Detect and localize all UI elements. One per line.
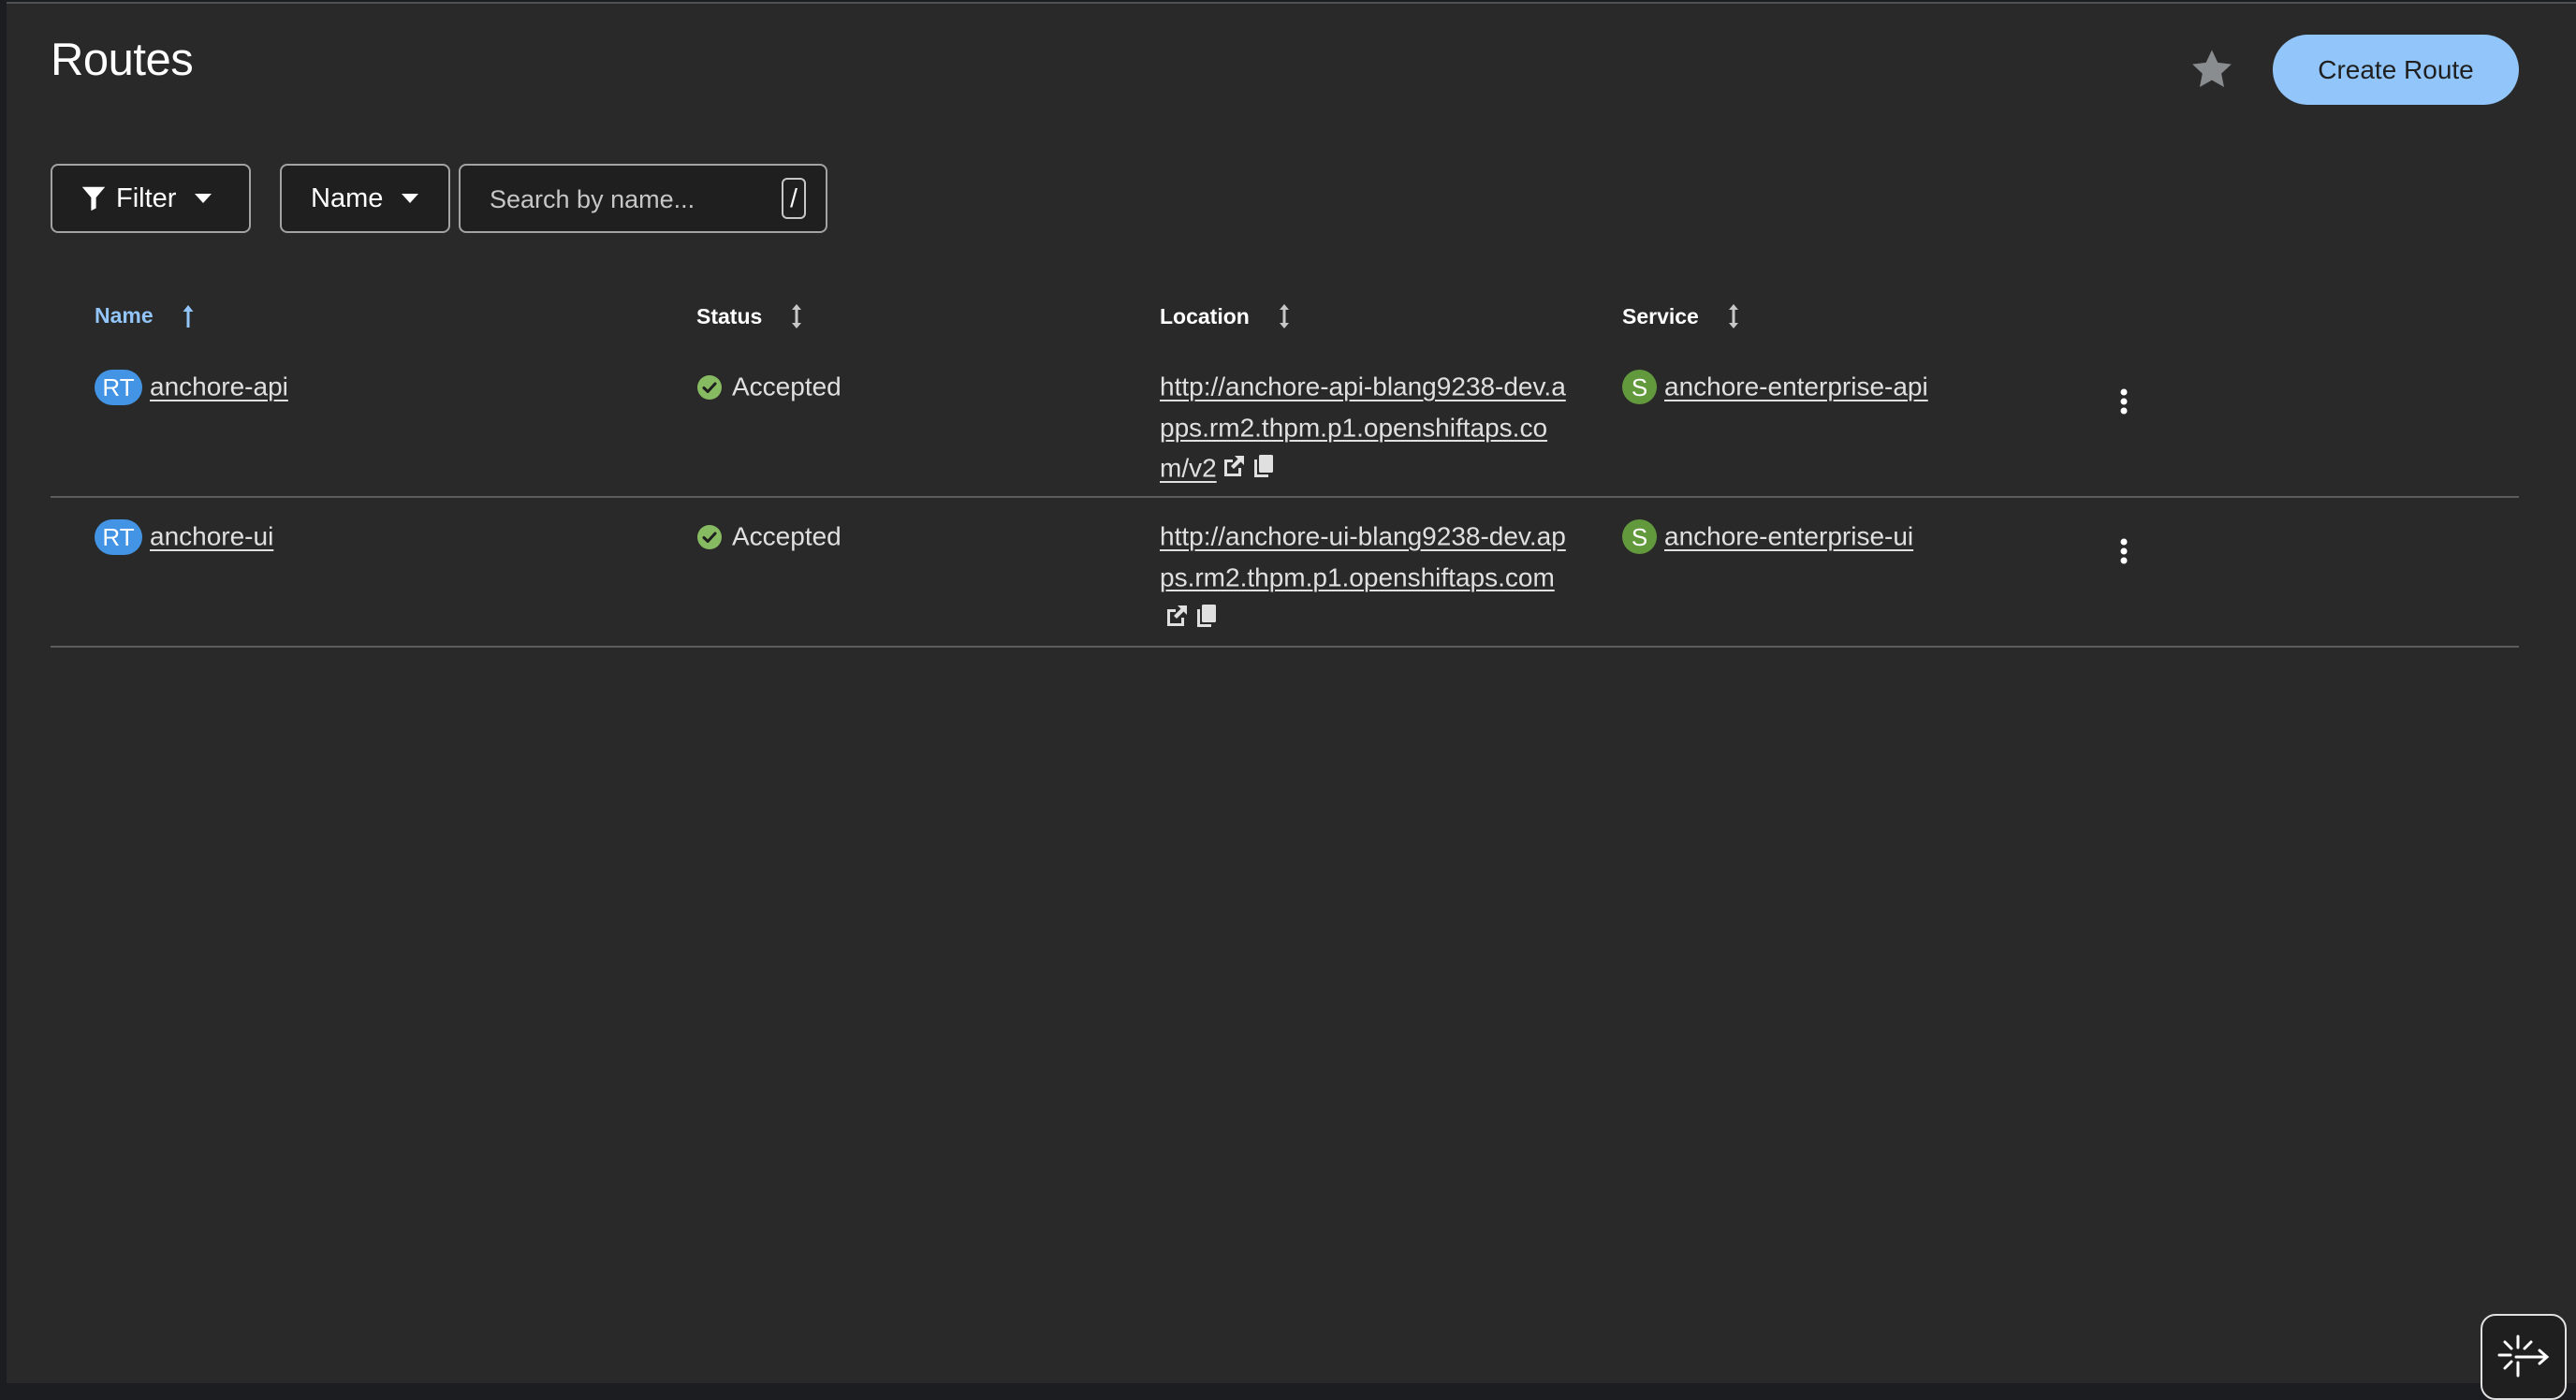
service-badge: S [1622,370,1657,405]
service-cell: Sanchore-enterprise-ui [1622,516,1913,557]
column-header-status-label: Status [696,303,763,328]
routes-page: Routes Create Route Filter Name / Name S… [7,2,2576,1400]
row-divider [51,646,2519,648]
filter-label: Filter [116,182,177,213]
location-cell: http://anchore-ui-blang9238-dev.apps.rm2… [1160,516,1572,636]
status-cell: Accepted [696,516,842,557]
service-link[interactable]: anchore-enterprise-api [1664,372,1928,401]
star-icon [2192,50,2232,87]
route-badge: RT [95,369,142,405]
copy-icon[interactable] [1193,601,1220,628]
column-header-location-label: Location [1160,303,1250,328]
external-link-icon[interactable] [1221,451,1247,477]
chevron-down-icon [195,194,212,203]
row-actions-kebab[interactable] [2110,532,2138,570]
favorite-star-button[interactable] [2188,45,2236,94]
attribute-label: Name [311,182,384,213]
location-cell: http://anchore-api-blang9238-dev.apps.rm… [1160,366,1572,489]
column-header-name-label: Name [95,303,154,328]
check-circle-icon [696,374,723,401]
lightspeed-assistant-button[interactable] [2481,1314,2567,1400]
sort-ascending-icon [182,304,195,328]
name-cell: RT anchore-ui [95,516,273,557]
row-divider [51,496,2519,498]
column-header-location[interactable]: Location [1160,303,1291,329]
route-badge: RT [95,518,142,555]
chevron-down-icon [402,194,419,203]
service-cell: Sanchore-enterprise-api [1622,366,1928,407]
kebab-icon [2120,388,2128,415]
external-link-icon[interactable] [1164,601,1190,627]
location-link[interactable]: http://anchore-ui-blang9238-dev.apps.rm2… [1160,522,1566,592]
sort-icon [790,303,803,329]
route-name-link[interactable]: anchore-ui [150,522,273,551]
search-input[interactable] [488,177,763,222]
kebab-icon [2120,538,2128,564]
column-header-service[interactable]: Service [1622,303,1740,329]
column-header-status[interactable]: Status [696,303,803,329]
column-header-service-label: Service [1622,303,1699,328]
service-badge: S [1622,519,1657,555]
row-actions-kebab[interactable] [2110,383,2138,420]
check-circle-icon [696,524,723,550]
page-title: Routes [51,35,194,85]
left-edge [0,0,7,1381]
filter-dropdown[interactable]: Filter [51,164,251,233]
search-field: / [459,164,827,233]
create-route-button[interactable]: Create Route [2273,35,2519,105]
sort-icon [1278,303,1291,329]
sort-icon [1727,303,1740,329]
attribute-dropdown[interactable]: Name [280,164,450,233]
filter-icon [81,186,106,211]
status-text: Accepted [732,372,842,401]
status-cell: Accepted [696,366,842,407]
sparkle-arrow-icon [2497,1334,2550,1378]
route-name-link[interactable]: anchore-api [150,372,288,401]
column-header-name[interactable]: Name [95,303,195,328]
name-cell: RT anchore-api [95,366,288,407]
copy-icon[interactable] [1251,451,1277,478]
status-text: Accepted [732,521,842,551]
service-link[interactable]: anchore-enterprise-ui [1664,522,1913,551]
keyboard-shortcut-hint: / [782,178,806,219]
